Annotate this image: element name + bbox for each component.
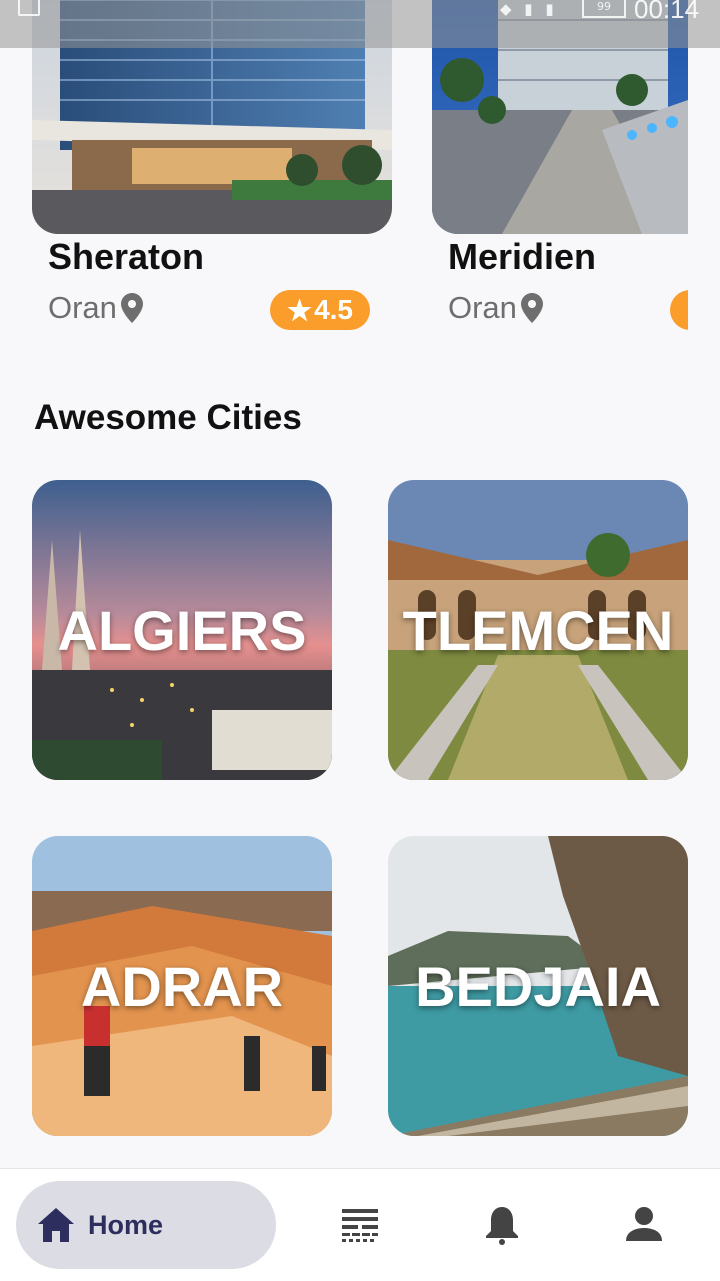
bell-icon[interactable] [482, 1205, 522, 1245]
city-tile-algiers[interactable]: ALGIERS [32, 480, 332, 780]
signal-icons: ◆ ▮ ▮ [500, 0, 558, 18]
city-tile-adrar[interactable]: ADRAR [32, 836, 332, 1136]
hotel-city: Oran [448, 290, 517, 325]
city-name: TLEMCEN [402, 598, 674, 662]
city-tile-tlemcen[interactable]: TLEMCEN [388, 480, 688, 780]
list-icon[interactable] [340, 1205, 380, 1245]
hotel-location: Oran [448, 290, 543, 326]
hotel-card-sheraton[interactable]: Sheraton Oran ★ 4.5 [32, 0, 392, 340]
city-name: ALGIERS [57, 598, 307, 662]
nav-home-tab[interactable]: Home [16, 1181, 276, 1269]
star-icon: ★ [286, 294, 313, 326]
battery-icon: 99 [582, 0, 626, 18]
city-name: ADRAR [80, 954, 284, 1018]
hotel-name: Meridien [448, 236, 597, 277]
location-pin-icon [520, 293, 543, 323]
profile-icon[interactable] [624, 1205, 664, 1245]
status-bar: ◆ ▮ ▮ 99 00:14 [0, 0, 720, 48]
nav-home-label: Home [88, 1209, 164, 1240]
city-tile-bedjaia[interactable]: BEDJAIA [388, 836, 688, 1136]
city-name: BEDJAIA [415, 954, 661, 1018]
hotel-name: Sheraton [48, 236, 205, 277]
rating-badge: ★ 4.5 [270, 290, 370, 330]
clock: 00:14 [634, 0, 700, 24]
bottom-navigation: Home [0, 1168, 720, 1281]
hotel-location: Oran [48, 290, 143, 326]
section-title-cities: Awesome Cities [34, 398, 302, 437]
battery-level: 99 [597, 0, 611, 13]
home-icon [38, 1208, 74, 1242]
rating-value: 4.5 [314, 294, 354, 325]
gallery-notification-icon [18, 0, 40, 16]
hotel-card-meridien[interactable]: Meridien Oran [432, 0, 688, 340]
location-pin-icon [120, 293, 143, 323]
rating-badge [670, 290, 688, 330]
hotel-city: Oran [48, 290, 117, 325]
